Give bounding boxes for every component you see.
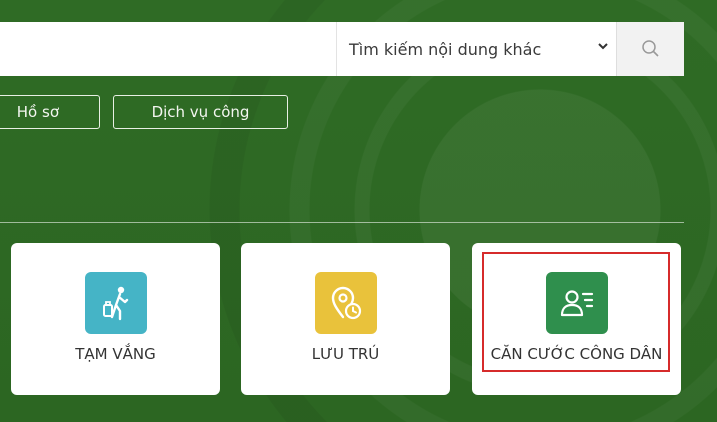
- card-luu-tru-label: LƯU TRÚ: [311, 345, 380, 363]
- divider: [0, 222, 684, 223]
- search-input[interactable]: [0, 22, 336, 76]
- card-can-cuoc-cong-dan[interactable]: CĂN CƯỚC CÔNG DÂN: [472, 243, 681, 395]
- card-luu-tru[interactable]: LƯU TRÚ: [241, 243, 450, 395]
- search-category-value: Tìm kiếm nội dung khác: [349, 39, 542, 59]
- public-services-button-label: Dịch vụ công: [151, 103, 250, 121]
- person-walking-luggage-icon: [84, 272, 147, 334]
- card-can-cuoc-cong-dan-label: CĂN CƯỚC CÔNG DÂN: [490, 345, 663, 363]
- records-button[interactable]: Hồ sơ: [0, 95, 100, 129]
- search-button[interactable]: [616, 22, 684, 76]
- id-card-icon: [545, 272, 608, 334]
- public-services-button[interactable]: Dịch vụ công: [113, 95, 288, 129]
- card-tam-vang-label: TẠM VẮNG: [75, 345, 156, 363]
- records-button-label: Hồ sơ: [16, 103, 59, 121]
- location-clock-icon: [314, 272, 377, 334]
- card-tam-vang[interactable]: TẠM VẮNG: [11, 243, 220, 395]
- search-icon: [641, 40, 659, 57]
- search-category-select[interactable]: Tìm kiếm nội dung khác: [336, 22, 616, 76]
- chevron-down-icon: [598, 43, 608, 50]
